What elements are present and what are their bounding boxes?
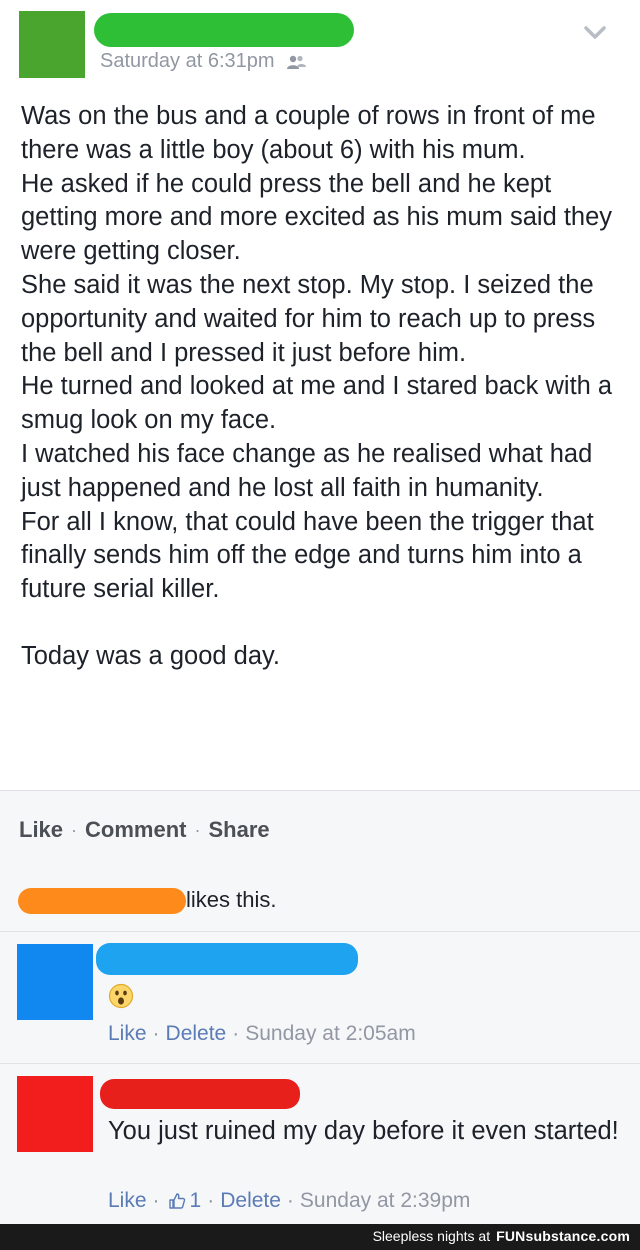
comment-button[interactable]: Comment xyxy=(85,817,186,843)
post-paragraph: Was on the bus and a couple of rows in f… xyxy=(21,102,596,164)
author-name-redacted[interactable] xyxy=(94,13,354,47)
comment-text: You just ruined my day before it even st… xyxy=(108,1117,619,1145)
post-paragraph: For all I know, that could have been the… xyxy=(21,507,594,604)
comment-meta: Like · Delete · Sunday at 2:05am xyxy=(108,1022,416,1046)
post-actions-bar: Like · Comment · Share xyxy=(0,790,640,872)
comment: Like · Delete · Sunday at 2:05am xyxy=(0,932,640,1064)
post-paragraph: He asked if he could press the bell and … xyxy=(21,169,613,266)
surprised-emoji-icon xyxy=(108,983,134,1009)
comment-meta: Like · 1 · Delete · Sunday at 2:39pm xyxy=(108,1189,470,1213)
watermark: Sleepless nights at FUNsubstance.com xyxy=(373,1228,630,1244)
post-paragraph: I watched his face change as he realised… xyxy=(21,439,593,502)
chevron-down-icon[interactable] xyxy=(582,24,608,42)
post-timestamp[interactable]: Saturday at 6:31pm xyxy=(100,50,307,73)
liker-name-redacted[interactable] xyxy=(18,888,186,914)
commenter-avatar-redacted[interactable] xyxy=(17,1076,93,1152)
commenter-name-redacted[interactable] xyxy=(96,943,358,975)
post-card: Saturday at 6:31pm Was on the bus and a … xyxy=(0,0,640,790)
thumbs-up-icon[interactable] xyxy=(168,1192,186,1210)
author-avatar-redacted[interactable] xyxy=(19,11,85,78)
post-time-text[interactable]: Saturday at 6:31pm xyxy=(100,50,275,73)
commenter-name-redacted[interactable] xyxy=(100,1079,300,1109)
separator: · xyxy=(71,819,78,840)
separator: · xyxy=(232,1022,240,1045)
separator: · xyxy=(286,1189,294,1212)
friends-icon xyxy=(286,55,306,69)
comment-delete-link[interactable]: Delete xyxy=(220,1189,281,1213)
watermark-prefix: Sleepless nights at xyxy=(372,1228,491,1244)
comment-like-link[interactable]: Like xyxy=(108,1189,147,1213)
separator: · xyxy=(207,1189,215,1212)
comment-timestamp[interactable]: Sunday at 2:05am xyxy=(245,1022,415,1046)
separator: · xyxy=(194,819,201,840)
separator: · xyxy=(152,1022,160,1045)
watermark-bar: Sleepless nights at FUNsubstance.com xyxy=(0,1224,640,1250)
like-button[interactable]: Like xyxy=(19,817,63,843)
post-body: Was on the bus and a couple of rows in f… xyxy=(21,100,625,674)
comment-like-count[interactable]: 1 xyxy=(190,1189,202,1213)
likes-summary: likes this. xyxy=(0,871,640,932)
comment-like-link[interactable]: Like xyxy=(108,1022,147,1046)
likes-text: likes this. xyxy=(186,887,277,912)
post-paragraph: Today was a good day. xyxy=(21,641,280,670)
comment-delete-link[interactable]: Delete xyxy=(166,1022,227,1046)
share-button[interactable]: Share xyxy=(208,817,269,843)
commenter-avatar-redacted[interactable] xyxy=(17,944,93,1020)
comment: You just ruined my day before it even st… xyxy=(0,1064,640,1225)
post-paragraph: He turned and looked at me and I stared … xyxy=(21,372,613,435)
separator: · xyxy=(152,1189,160,1212)
post-paragraph: She said it was the next stop. My stop. … xyxy=(21,270,596,367)
post-actions: Like · Comment · Share xyxy=(19,817,270,843)
watermark-brand: FUNsubstance.com xyxy=(496,1228,630,1244)
comment-timestamp[interactable]: Sunday at 2:39pm xyxy=(300,1189,470,1213)
